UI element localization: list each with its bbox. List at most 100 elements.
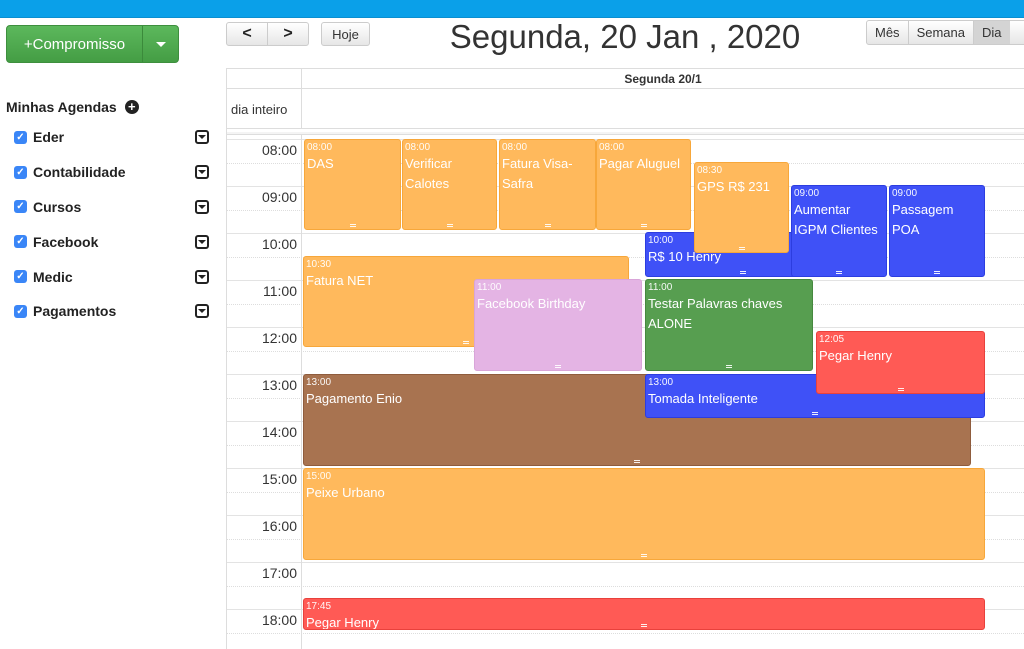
calendar-event[interactable]: 08:00 DAS — [304, 139, 401, 230]
calendar-event[interactable]: 09:00 Aumentar IGPM Clientes — [791, 185, 887, 277]
calendar-event[interactable]: 09:00 Passagem POA — [889, 185, 985, 277]
agenda-checkbox[interactable]: ✓ — [14, 200, 27, 214]
event-resize-handle[interactable] — [738, 247, 745, 250]
agenda-item: ✓ Cursos — [14, 190, 214, 225]
view-day-button[interactable]: Dia — [972, 21, 1010, 44]
agenda-label: Contabilidade — [33, 164, 126, 181]
hour-label: 18:00 — [261, 612, 297, 628]
agenda-label: Eder — [33, 129, 65, 146]
event-resize-handle[interactable] — [740, 271, 746, 274]
event-resize-handle[interactable] — [640, 224, 647, 227]
event-resize-handle[interactable] — [544, 224, 551, 227]
calendar-event[interactable]: 11:00 Testar Palavras chaves ALONE — [645, 279, 813, 371]
event-title: Facebook Birthday — [477, 296, 586, 311]
event-title: Passagem POA — [892, 202, 954, 237]
view-switcher: Mês Semana Dia — [866, 20, 1024, 45]
new-appointment-dropdown[interactable] — [142, 26, 178, 62]
agenda-menu-icon[interactable] — [195, 165, 209, 180]
agenda-menu-icon[interactable] — [195, 304, 209, 319]
event-title: Pegar Henry — [306, 615, 379, 630]
hour-label: 08:00 — [261, 142, 297, 158]
event-resize-handle[interactable] — [934, 271, 940, 274]
allday-label: dia inteiro — [227, 89, 301, 129]
agendas-title: Minhas Agendas — [6, 99, 117, 115]
next-button[interactable]: > — [267, 23, 308, 45]
event-title: Peixe Urbano — [306, 485, 385, 500]
agenda-checkbox[interactable]: ✓ — [14, 304, 27, 318]
event-title: Pagar Aluguel — [599, 156, 680, 171]
event-resize-handle[interactable] — [555, 365, 561, 368]
event-time: 10:30 — [306, 259, 332, 270]
agenda-list: ✓ Eder ✓ Contabilidade ✓ Cursos ✓ Facebook ✓… — [14, 120, 214, 329]
hour-label: 14:00 — [261, 424, 297, 440]
header-axis-cell — [227, 69, 301, 89]
agenda-item: ✓ Pagamentos — [14, 294, 214, 329]
date-navigation: < > — [226, 22, 309, 46]
hour-label: 10:00 — [261, 236, 297, 252]
agenda-item: ✓ Contabilidade — [14, 155, 214, 190]
agenda-checkbox[interactable]: ✓ — [14, 270, 27, 284]
agenda-checkbox[interactable]: ✓ — [14, 130, 27, 144]
event-title: Aumentar IGPM Clientes — [794, 202, 878, 237]
agenda-menu-icon[interactable] — [195, 234, 209, 249]
day-grid: Segunda 20/1 dia inteiro 08:00 09:00 10:00… — [226, 68, 1024, 649]
agenda-menu-icon[interactable] — [195, 130, 209, 145]
event-resize-handle[interactable] — [463, 341, 469, 344]
event-title: Verificar Calotes — [405, 156, 452, 191]
calendar-event[interactable]: 12:05 Pegar Henry — [816, 331, 985, 394]
view-week-button[interactable]: Semana — [907, 21, 973, 44]
event-time: 08:00 — [405, 142, 431, 153]
chevron-down-icon — [155, 41, 166, 47]
event-resize-handle[interactable] — [812, 412, 818, 415]
agenda-item: ✓ Facebook — [14, 224, 214, 259]
calendar-event[interactable]: 08:30 GPS R$ 231 — [694, 162, 789, 253]
calendar-event[interactable]: 08:00 Pagar Aluguel — [596, 139, 691, 230]
agenda-checkbox[interactable]: ✓ — [14, 235, 27, 249]
agenda-label: Medic — [33, 268, 73, 285]
calendar-title: Segunda, 20 Jan , 2020 — [449, 18, 801, 55]
allday-slot[interactable] — [301, 89, 1024, 129]
event-resize-handle[interactable] — [726, 365, 732, 368]
day-column-header: Segunda 20/1 — [301, 69, 1024, 89]
calendar-event[interactable]: 11:00 Facebook Birthday — [474, 279, 642, 371]
new-appointment-button[interactable]: +Compromisso — [7, 26, 142, 62]
new-appointment-button-group: +Compromisso — [6, 25, 179, 63]
hour-label: 13:00 — [261, 377, 297, 393]
agendas-heading: Minhas Agendas + — [6, 99, 139, 115]
event-resize-handle[interactable] — [641, 554, 647, 557]
hour-label: 17:00 — [261, 565, 297, 581]
hour-label: 11:00 — [263, 283, 297, 299]
agenda-label: Pagamentos — [33, 303, 117, 320]
agenda-checkbox[interactable]: ✓ — [14, 165, 27, 179]
event-time: 09:00 — [892, 188, 918, 199]
event-resize-handle[interactable] — [446, 224, 453, 227]
event-time: 08:00 — [307, 142, 333, 153]
agenda-item: ✓ Eder — [14, 120, 214, 155]
calendar-event[interactable]: 17:45 Pegar Henry — [303, 598, 985, 630]
event-resize-handle[interactable] — [897, 388, 904, 391]
top-bar — [0, 0, 1024, 18]
agenda-label: Facebook — [33, 233, 99, 250]
event-resize-handle[interactable] — [836, 271, 842, 274]
hour-label: 12:00 — [261, 330, 297, 346]
event-title: Testar Palavras chaves ALONE — [648, 296, 783, 331]
calendar-event[interactable]: 08:00 Fatura Visa-Safra — [499, 139, 596, 230]
event-title: GPS R$ 231 — [697, 179, 770, 194]
hour-label: 09:00 — [261, 189, 297, 205]
calendar-event[interactable]: 15:00 Peixe Urbano — [303, 468, 985, 560]
event-time: 15:00 — [306, 471, 332, 482]
event-title: Pegar Henry — [819, 348, 892, 363]
event-title: DAS — [307, 156, 334, 171]
prev-button[interactable]: < — [227, 23, 267, 45]
agenda-label: Cursos — [33, 198, 82, 215]
event-resize-handle[interactable] — [349, 224, 356, 227]
calendar-event[interactable]: 08:00 Verificar Calotes — [402, 139, 497, 230]
view-month-button[interactable]: Mês — [867, 21, 908, 44]
add-agenda-icon[interactable]: + — [124, 100, 139, 114]
event-resize-handle[interactable] — [641, 624, 647, 627]
today-button[interactable]: Hoje — [321, 22, 370, 46]
event-resize-handle[interactable] — [634, 460, 640, 463]
event-time: 08:00 — [502, 142, 528, 153]
agenda-menu-icon[interactable] — [195, 199, 209, 214]
agenda-menu-icon[interactable] — [195, 269, 209, 284]
